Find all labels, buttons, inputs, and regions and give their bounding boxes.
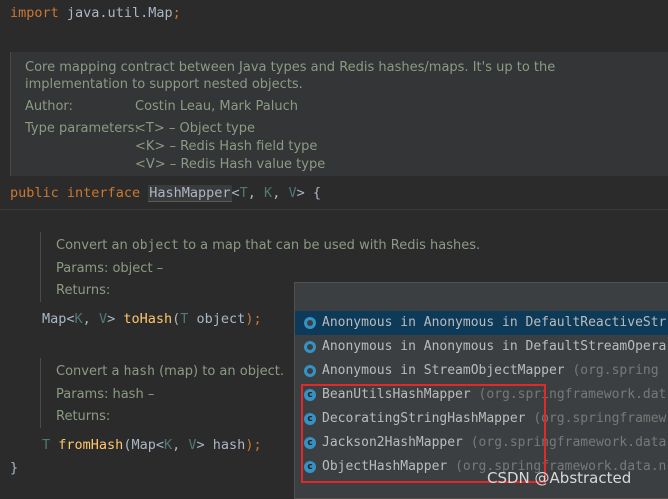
anonymous-class-icon: [304, 341, 316, 353]
param-object: object: [188, 311, 246, 327]
type-v: V: [98, 311, 108, 327]
type-param-v: <V> – Redis Hash value type: [135, 157, 326, 172]
from-hash-method-name[interactable]: fromHash: [58, 437, 123, 453]
popup-item-name: Anonymous in Anonymous in DefaultReactiv…: [322, 315, 667, 330]
type-param-k-code: K: [264, 185, 273, 201]
public-keyword: public: [10, 185, 59, 201]
popup-item[interactable]: Anonymous in Anonymous in DefaultStreamO…: [295, 335, 668, 359]
comma: ,: [172, 437, 189, 453]
from-hash-doc-returns: Returns:: [56, 409, 111, 424]
type-param-t: <T> – Object type: [135, 121, 256, 136]
interface-keyword: interface: [66, 185, 141, 201]
class-javadoc: Core mapping contract between Java types…: [10, 52, 668, 176]
generic-open: <: [155, 437, 164, 453]
author-row: Author: Costin Leau, Mark Paluch: [25, 98, 298, 115]
popup-item[interactable]: Anonymous in StreamObjectMapper (org.spr…: [295, 359, 668, 383]
from-hash-doc-summary: Convert a hash (map) to an object.: [56, 363, 284, 380]
generic-close: >: [196, 437, 205, 453]
class-doc-summary: Core mapping contract between Java types…: [25, 60, 556, 92]
comma: ,: [247, 185, 265, 201]
popup-item-name: Anonymous in StreamObjectMapper: [322, 363, 573, 378]
from-hash-javadoc: Convert a hash (map) to an object. Param…: [40, 358, 284, 428]
map-type: Map: [131, 437, 156, 453]
comma: ,: [272, 185, 289, 201]
type-params-label: Type parameters:: [25, 121, 139, 136]
interface-name[interactable]: HashMapper: [148, 185, 232, 202]
doc-text: Convert a: [56, 364, 124, 379]
doc-text: (map) to an object.: [154, 364, 284, 379]
import-keyword: import: [10, 5, 59, 21]
line-separator: [0, 209, 668, 210]
popup-item-name: Anonymous in Anonymous in DefaultStreamO…: [322, 339, 667, 354]
paren-close-semicolon: );: [245, 437, 262, 453]
type-param-t-code: T: [239, 185, 248, 201]
import-line: import java.util.Map;: [10, 5, 181, 21]
from-hash-doc-params: Params: hash –: [56, 387, 155, 402]
comma: ,: [82, 311, 99, 327]
to-hash-doc-params: Params: object –: [56, 261, 164, 276]
to-hash-method-name[interactable]: toHash: [123, 311, 172, 327]
type-param-v-code: V: [288, 185, 297, 201]
to-hash-doc-returns: Returns:: [56, 283, 111, 298]
from-hash-signature: T fromHash(Map<K, V> hash);: [42, 437, 262, 453]
csdn-watermark: CSDN @Abstracted: [487, 469, 632, 487]
type-params-row: Type parameters: <T> – Object type: [25, 120, 255, 137]
import-path: java.util.Map: [66, 5, 173, 21]
type-v: V: [188, 437, 197, 453]
generic-close-brace: > {: [296, 185, 321, 201]
type-k: K: [163, 437, 173, 453]
popup-item-package: (org.spring: [572, 363, 659, 378]
popup-item[interactable]: Anonymous in Anonymous in DefaultReactiv…: [295, 311, 668, 335]
closing-brace: }: [10, 460, 19, 476]
author-label: Author:: [25, 99, 73, 114]
doc-text: Convert an: [56, 238, 132, 253]
import-semicolon: ;: [172, 5, 181, 21]
to-hash-doc-summary: Convert an object to a map that can be u…: [56, 237, 480, 254]
generic-close: >: [107, 311, 124, 327]
to-hash-signature: Map<K, V> toHash(T object);: [42, 311, 262, 327]
return-type-t: T: [42, 437, 51, 453]
map-type: Map: [42, 311, 67, 327]
anonymous-class-icon: [304, 365, 316, 377]
generic-open: <: [231, 185, 240, 201]
author-value: Costin Leau, Mark Paluch: [135, 99, 299, 114]
type-param-k: <K> – Redis Hash field type: [135, 139, 318, 154]
param-hash: hash: [204, 437, 246, 453]
interface-declaration: public interface HashMapper<T, K, V> {: [10, 185, 321, 202]
generic-open: <: [66, 311, 75, 327]
type-k: K: [74, 311, 83, 327]
doc-code-object: object: [131, 238, 179, 253]
doc-text: to a map that can be used with Redis has…: [178, 238, 481, 253]
paren-close-semicolon: );: [245, 311, 262, 327]
popup-item-package: (org.springframew: [533, 411, 667, 426]
doc-code-hash: hash: [123, 364, 155, 379]
to-hash-javadoc: Convert an object to a map that can be u…: [40, 232, 480, 302]
anonymous-class-icon: [304, 317, 316, 329]
